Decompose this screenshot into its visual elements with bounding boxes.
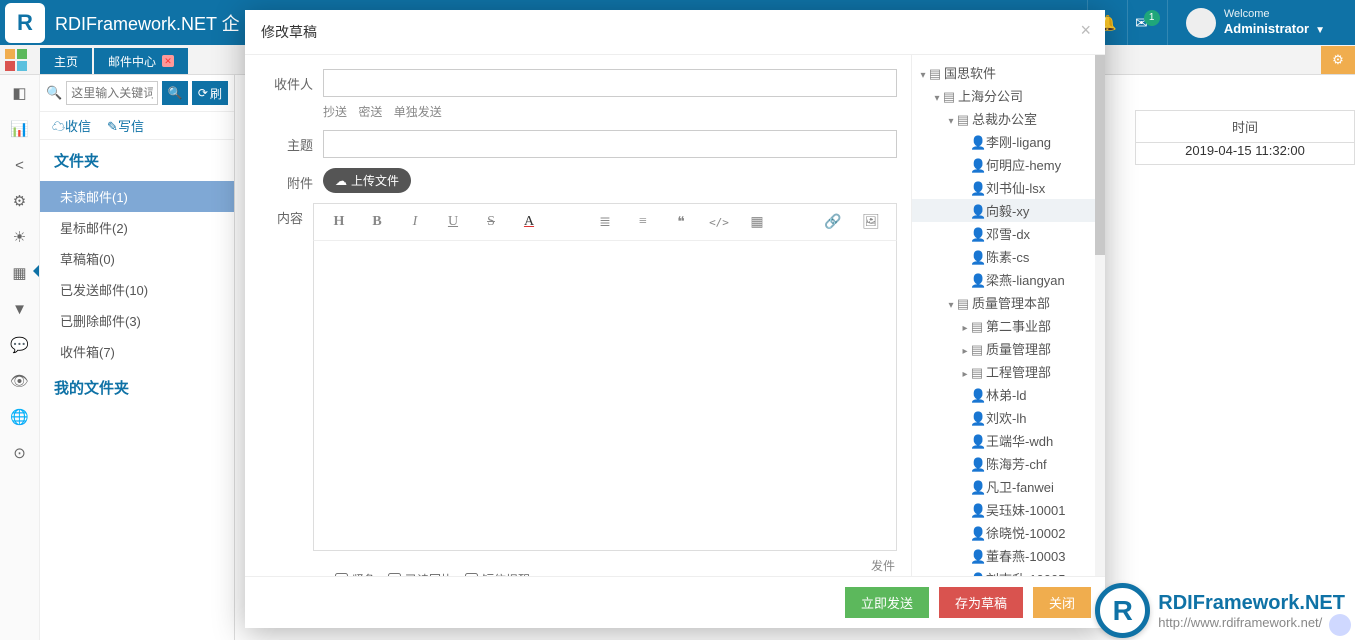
close-button[interactable]: 关闭 bbox=[1033, 587, 1091, 618]
tb-image[interactable]: 🖼 bbox=[852, 204, 890, 240]
subject-input[interactable] bbox=[323, 130, 897, 158]
editor-toolbar: H B I U S A ≣ ≡ ❝ </> ▦ 🔗 🖼 bbox=[313, 203, 897, 241]
form-area: 收件人 抄送 密送 单独发送 主题 附件 ☁ 上传文件 内容 bbox=[245, 55, 911, 576]
bcc-link[interactable]: 密送 bbox=[358, 105, 382, 119]
send-button[interactable]: 立即发送 bbox=[845, 587, 929, 618]
sender-label: 发件 bbox=[867, 557, 899, 574]
tb-table[interactable]: ▦ bbox=[738, 204, 776, 240]
tb-link[interactable]: 🔗 bbox=[814, 204, 852, 240]
tree-node[interactable]: 👤王端华-wdh bbox=[912, 429, 1105, 452]
tb-code[interactable]: </> bbox=[700, 204, 738, 240]
tree-node[interactable]: 👤董春燕-10003 bbox=[912, 544, 1105, 567]
tree-node[interactable]: 👤林弟-ld bbox=[912, 383, 1105, 406]
modal-title: 修改草稿 bbox=[261, 24, 317, 40]
modal-footer: 立即发送 存为草稿 关闭 bbox=[245, 576, 1105, 628]
recipient-label: 收件人 bbox=[259, 69, 323, 93]
tree-node[interactable]: 👤陈海芳-chf bbox=[912, 452, 1105, 475]
editor-body[interactable] bbox=[313, 241, 897, 551]
scroll-thumb[interactable] bbox=[1095, 55, 1105, 255]
tree-node[interactable]: 👤吴珏妹-10001 bbox=[912, 498, 1105, 521]
single-send-link[interactable]: 单独发送 bbox=[394, 105, 442, 119]
tree-node[interactable]: ▸▤质量管理部 bbox=[912, 337, 1105, 360]
tb-sep1 bbox=[548, 204, 586, 240]
tb-underline[interactable]: U bbox=[434, 204, 472, 240]
tree-node[interactable]: 👤何明应-hemy bbox=[912, 153, 1105, 176]
attachment-label: 附件 bbox=[259, 168, 323, 192]
content-label: 内容 bbox=[259, 203, 313, 227]
tree-node[interactable]: 👤陈素-cs bbox=[912, 245, 1105, 268]
org-tree[interactable]: ▾▤国思软件▾▤上海分公司▾▤总裁办公室 👤李刚-ligang 👤何明应-hem… bbox=[911, 55, 1105, 576]
tree-node[interactable]: 👤刘志升-10005 bbox=[912, 567, 1105, 576]
tb-bold[interactable]: B bbox=[358, 204, 396, 240]
tb-color[interactable]: A bbox=[510, 204, 548, 240]
upload-label: 上传文件 bbox=[351, 172, 399, 189]
tree-node[interactable]: ▾▤国思软件 bbox=[912, 61, 1105, 84]
subject-label: 主题 bbox=[259, 130, 323, 154]
tree-node[interactable]: 👤刘书仙-lsx bbox=[912, 176, 1105, 199]
tb-heading[interactable]: H bbox=[320, 204, 358, 240]
tree-node[interactable]: 👤向毅-xy bbox=[912, 199, 1105, 222]
tree-node[interactable]: ▾▤质量管理本部 bbox=[912, 291, 1105, 314]
corner-indicator bbox=[1329, 614, 1351, 636]
upload-button[interactable]: ☁ 上传文件 bbox=[323, 168, 411, 193]
tree-node[interactable]: ▸▤第二事业部 bbox=[912, 314, 1105, 337]
tb-italic[interactable]: I bbox=[396, 204, 434, 240]
modal-close-icon[interactable]: × bbox=[1080, 20, 1091, 41]
tree-node[interactable]: ▾▤总裁办公室 bbox=[912, 107, 1105, 130]
tb-strike[interactable]: S bbox=[472, 204, 510, 240]
recipient-input[interactable] bbox=[323, 69, 897, 97]
tree-node[interactable]: 👤梁燕-liangyan bbox=[912, 268, 1105, 291]
tree-node[interactable]: 👤邓雪-dx bbox=[912, 222, 1105, 245]
tree-node[interactable]: ▾▤上海分公司 bbox=[912, 84, 1105, 107]
tb-sep2 bbox=[776, 204, 814, 240]
tb-quote[interactable]: ❝ bbox=[662, 204, 700, 240]
edit-draft-modal: 修改草稿 × 收件人 抄送 密送 单独发送 主题 附件 bbox=[245, 10, 1105, 628]
tree-node[interactable]: 👤刘欢-lh bbox=[912, 406, 1105, 429]
tb-ol[interactable]: ≡ bbox=[624, 204, 662, 240]
tree-scrollbar[interactable] bbox=[1095, 55, 1105, 576]
tree-node[interactable]: 👤凡卫-fanwei bbox=[912, 475, 1105, 498]
tree-node[interactable]: ▸▤工程管理部 bbox=[912, 360, 1105, 383]
tree-node[interactable]: 👤李刚-ligang bbox=[912, 130, 1105, 153]
save-draft-button[interactable]: 存为草稿 bbox=[939, 587, 1023, 618]
tree-node[interactable]: 👤徐晓悦-10002 bbox=[912, 521, 1105, 544]
tb-ul[interactable]: ≣ bbox=[586, 204, 624, 240]
cc-link[interactable]: 抄送 bbox=[323, 105, 347, 119]
modal-title-bar: 修改草稿 × bbox=[245, 10, 1105, 55]
